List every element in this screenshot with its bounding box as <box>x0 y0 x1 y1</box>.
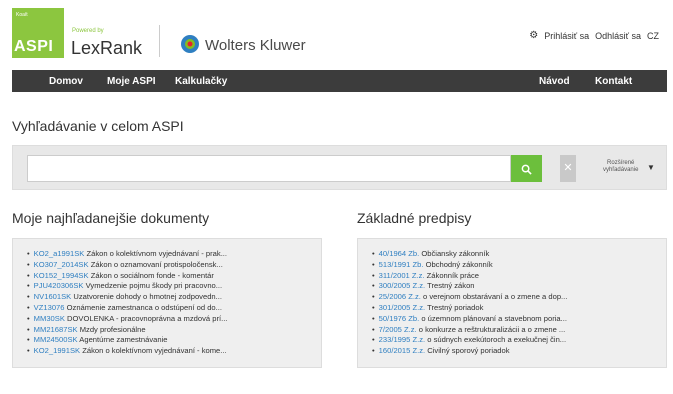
doc-code-link[interactable]: MM30SK <box>34 314 65 323</box>
my-docs-list: • KO2_a1991SK Zákon o kolektívnom vyjedná… <box>27 249 317 357</box>
main-nav: Domov Moje ASPI Kalkulačky Návod Kontakt <box>12 70 667 92</box>
powered-by-label: Powered by <box>72 28 104 34</box>
gear-icon[interactable]: ⚙ <box>529 30 538 41</box>
doc-title[interactable]: Zákon o kolektívnom vyjednávaní - prak..… <box>86 249 227 258</box>
regulation-code-link[interactable]: 40/1964 Zb. <box>379 249 420 258</box>
list-item: • VZ13076 Oznámenie zamestnanca o odstúpe… <box>27 302 222 312</box>
list-item: • 301/2005 Z.z. Trestný poriadok <box>372 302 484 312</box>
regulation-code-link[interactable]: 160/2015 Z.z. <box>379 346 425 355</box>
list-item: • KO2_a1991SK Zákon o kolektívnom vyjedná… <box>27 249 228 258</box>
list-item: • 300/2005 Z.z. Trestný zákon <box>372 281 475 291</box>
doc-title[interactable]: Agentúrne zamestnávanie <box>79 335 167 344</box>
regulation-title[interactable]: o konkurze a reštrukturalizácii a o zmen… <box>419 325 565 334</box>
my-docs-panel: • KO2_a1991SK Zákon o kolektívnom vyjedná… <box>12 238 322 368</box>
regulation-title[interactable]: Trestný poriadok <box>427 303 483 312</box>
basic-regulations-panel: • 40/1964 Zb. Občiansky zákonník • 513/199… <box>357 238 667 368</box>
list-item: • MM24500SK Agentúrne zamestnávanie <box>27 335 168 345</box>
top-links: ⚙ Prihlásiť sa Odhlásiť sa CZ <box>529 30 659 41</box>
aspi-logo[interactable]: Koaít ASPI <box>12 8 64 58</box>
chevron-down-icon[interactable]: ▼ <box>647 163 655 172</box>
doc-code-link[interactable]: MM24500SK <box>34 335 78 344</box>
list-item: • MM21687SK Mzdy profesionálne <box>27 324 146 334</box>
regulation-code-link[interactable]: 233/1995 Z.z. <box>379 335 425 344</box>
list-item: • NV1601SK Uzatvorenie dohody o hmotnej z… <box>27 292 222 302</box>
doc-title[interactable]: Vymedzenie pojmu škody pri pracovno... <box>86 281 222 290</box>
list-item: • 513/1991 Zb. Obchodný zákonník <box>372 259 493 269</box>
list-item: • KO307_2014SK Zákon o oznamovaní protisp… <box>27 259 223 269</box>
doc-code-link[interactable]: PJU420306SK <box>34 281 84 290</box>
nav-home[interactable]: Domov <box>49 76 83 87</box>
regulation-title[interactable]: Zákonník práce <box>427 271 479 280</box>
regulation-title[interactable]: o územnom plánovaní a stavebnom poria... <box>421 314 567 323</box>
regulation-title[interactable]: Trestný zákon <box>427 281 474 290</box>
list-item: • 40/1964 Zb. Občiansky zákonník <box>372 249 490 258</box>
doc-code-link[interactable]: VZ13076 <box>34 303 65 312</box>
list-item: • 311/2001 Z.z. Zákonník práce <box>372 270 480 280</box>
regulation-code-link[interactable]: 25/2006 Z.z. <box>379 292 421 301</box>
search-icon <box>521 164 532 175</box>
nav-my-aspi[interactable]: Moje ASPI <box>107 76 156 87</box>
wolters-kluwer-logo: Wolters Kluwer <box>205 37 306 54</box>
list-item: • 25/2006 Z.z. o verejnom obstarávaní a o… <box>372 292 568 302</box>
list-item: • KO152_1994SK Zákon o sociálnom fonde - … <box>27 270 214 280</box>
list-item: • 50/1976 Zb. o územnom plánovaní a stave… <box>372 313 567 323</box>
list-item: • 160/2015 Z.z. Civilný sporový poriadok <box>372 346 510 356</box>
my-docs-title: Moje najhľadanejšie dokumenty <box>12 210 210 226</box>
regulation-code-link[interactable]: 311/2001 Z.z. <box>379 271 425 280</box>
list-item: • 233/1995 Z.z. o súdnych exekútoroch a e… <box>372 335 567 345</box>
wolters-kluwer-icon <box>181 35 199 53</box>
logo-aspi-text: ASPI <box>14 38 54 55</box>
basic-regulations-title: Základné predpisy <box>357 210 472 226</box>
advanced-search-link[interactable]: Rozšírené vyhľadávanie <box>603 160 638 174</box>
doc-title[interactable]: Zákon o oznamovaní protispoločensk... <box>91 260 223 269</box>
doc-code-link[interactable]: NV1601SK <box>34 292 72 301</box>
doc-code-link[interactable]: KO307_2014SK <box>34 260 89 269</box>
search-panel: ✕ Rozšírené vyhľadávanie ▼ <box>12 145 667 190</box>
doc-title[interactable]: DOVOLENKA - pracovnoprávna a mzdová prí.… <box>67 314 227 323</box>
doc-title[interactable]: Mzdy profesionálne <box>80 325 146 334</box>
doc-code-link[interactable]: MM21687SK <box>34 325 78 334</box>
advanced-search-line2: vyhľadávanie <box>603 167 639 173</box>
logo-small-text: Koaít <box>16 12 28 18</box>
regulation-code-link[interactable]: 300/2005 Z.z. <box>379 281 425 290</box>
regulation-code-link[interactable]: 301/2005 Z.z. <box>379 303 425 312</box>
regulation-title[interactable]: Civilný sporový poriadok <box>427 346 509 355</box>
regulation-title[interactable]: Obchodný zákonník <box>426 260 493 269</box>
lexrank-logo: LexRank <box>71 38 143 58</box>
login-link[interactable]: Prihlásiť sa <box>544 31 589 41</box>
list-item: • PJU420306SK Vymedzenie pojmu škody pri … <box>27 281 223 291</box>
logout-link[interactable]: Odhlásiť sa <box>595 31 641 41</box>
nav-calculators[interactable]: Kalkulačky <box>175 76 227 87</box>
search-input[interactable] <box>27 155 511 182</box>
header-divider <box>159 25 160 57</box>
search-button[interactable] <box>511 155 542 182</box>
search-title: Vyhľadávanie v celom ASPI <box>12 118 184 134</box>
doc-title[interactable]: Zákon o kolektívnom vyjednávaní - kome..… <box>82 346 226 355</box>
basic-regulations-list: • 40/1964 Zb. Občiansky zákonník • 513/199… <box>372 249 662 357</box>
doc-title[interactable]: Oznámenie zamestnanca o odstúpení od do.… <box>67 303 222 312</box>
language-switch[interactable]: CZ <box>647 31 659 41</box>
header: Koaít ASPI Powered by LexRank Wolters Kl… <box>0 0 673 68</box>
regulation-title[interactable]: o verejnom obstarávaní a o zmene a dop..… <box>423 292 567 301</box>
list-item: • 7/2005 Z.z. o konkurze a reštrukturaliz… <box>372 324 566 334</box>
close-icon: ✕ <box>563 162 573 174</box>
regulation-code-link[interactable]: 50/1976 Zb. <box>379 314 420 323</box>
nav-guide[interactable]: Návod <box>539 76 570 87</box>
doc-title[interactable]: Zákon o sociálnom fonde - komentár <box>91 271 214 280</box>
regulation-code-link[interactable]: 513/1991 Zb. <box>379 260 424 269</box>
list-item: • MM30SK DOVOLENKA - pracovnoprávna a mzd… <box>27 313 228 323</box>
nav-contact[interactable]: Kontakt <box>595 76 632 87</box>
regulation-title[interactable]: o súdnych exekútoroch a exekučnej čin... <box>427 335 566 344</box>
doc-code-link[interactable]: KO2_1991SK <box>34 346 80 355</box>
list-item: • KO2_1991SK Zákon o kolektívnom vyjednáv… <box>27 346 227 356</box>
regulation-title[interactable]: Občiansky zákonník <box>421 249 489 258</box>
doc-code-link[interactable]: KO152_1994SK <box>34 271 89 280</box>
doc-title[interactable]: Uzatvorenie dohody o hmotnej zodpovedn..… <box>73 292 222 301</box>
doc-code-link[interactable]: KO2_a1991SK <box>34 249 85 258</box>
advanced-search-line1: Rozšírené <box>607 160 635 166</box>
regulation-code-link[interactable]: 7/2005 Z.z. <box>379 325 417 334</box>
clear-search-button[interactable]: ✕ <box>560 155 576 182</box>
